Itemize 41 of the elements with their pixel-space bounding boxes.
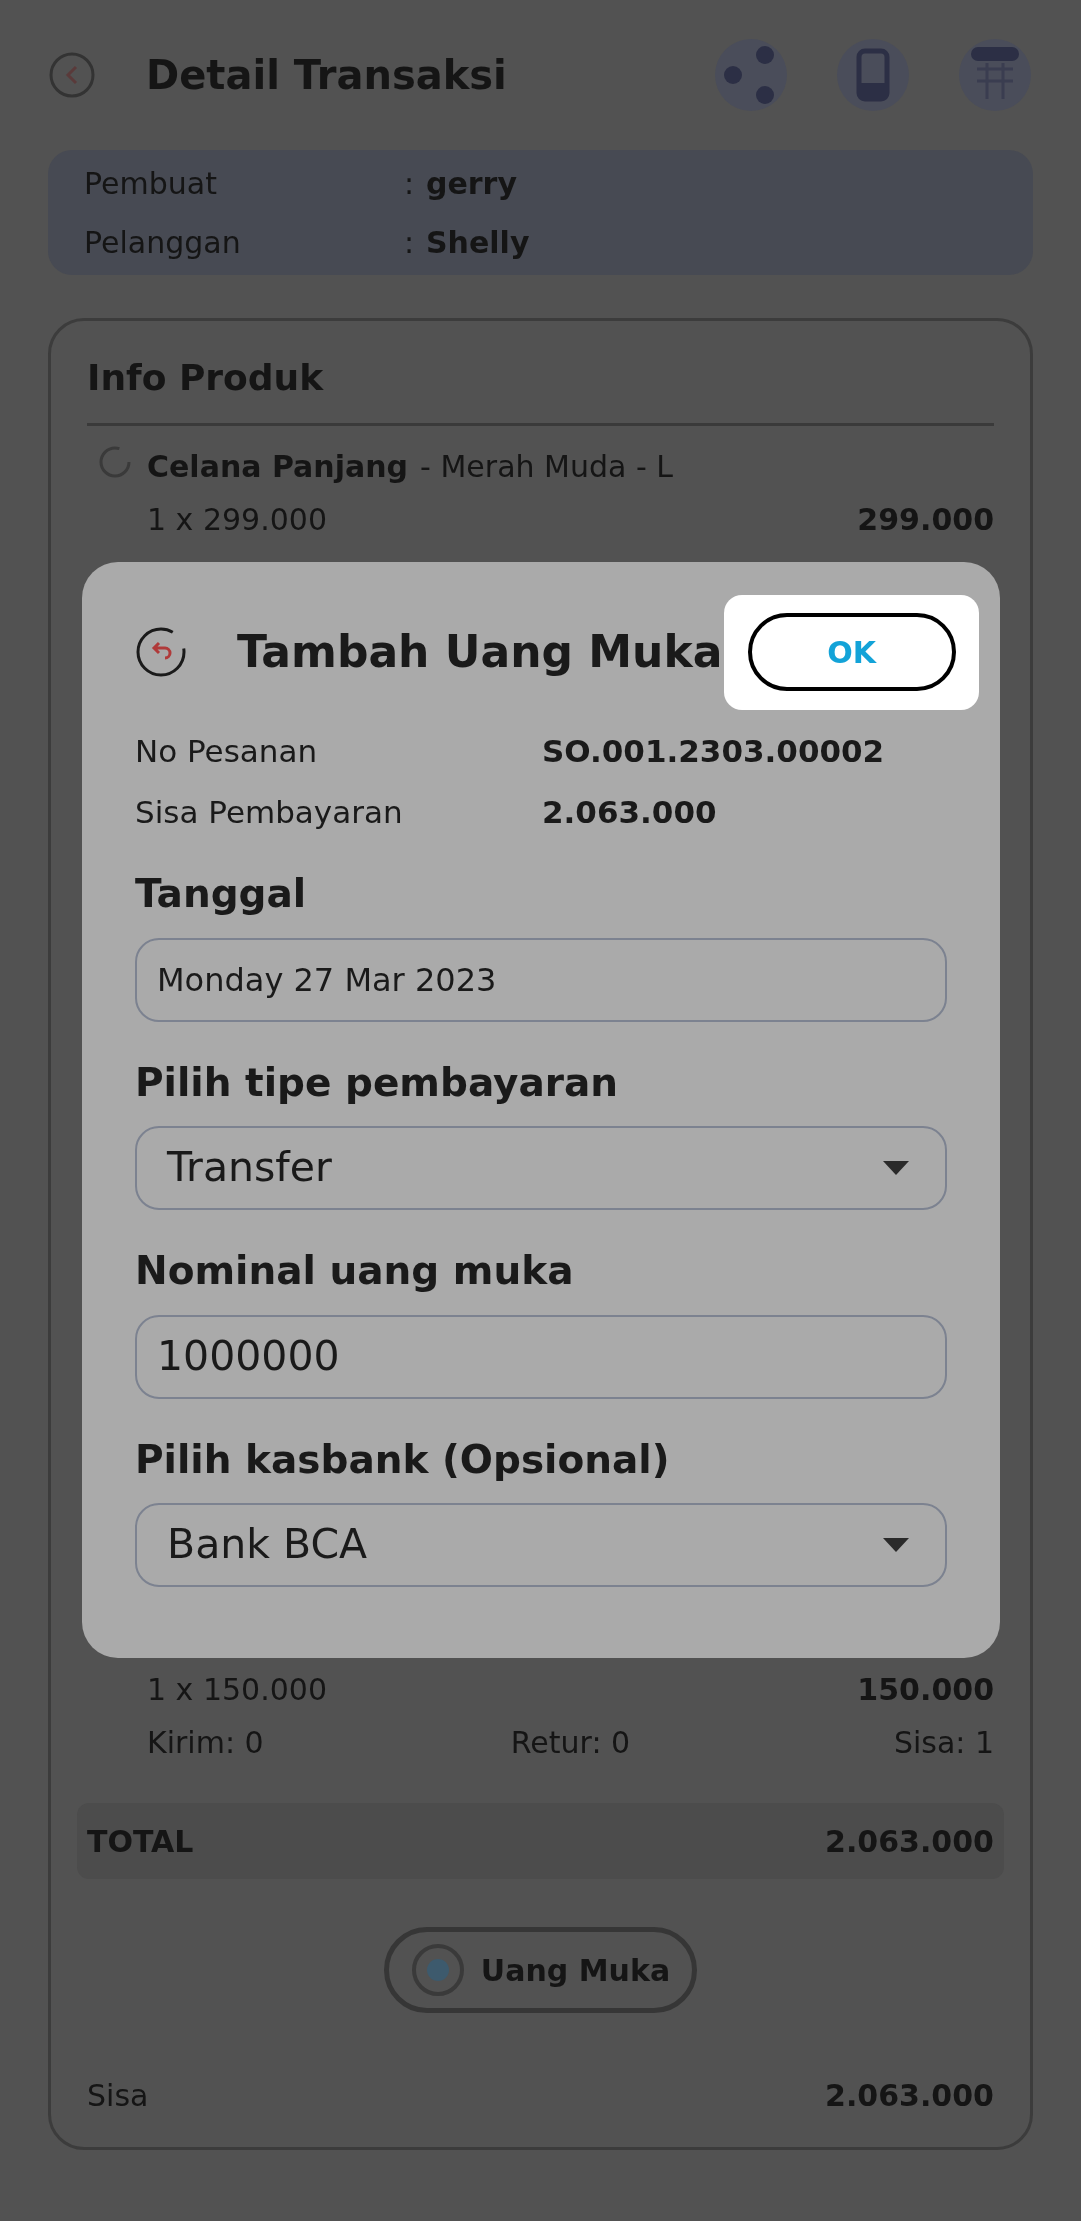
- dialog-title: Tambah Uang Muka: [237, 625, 723, 679]
- product-name: Celana Panjang: [147, 448, 409, 486]
- remaining-count: Sisa: 1: [892, 1724, 994, 1762]
- product-amount: 299.000: [857, 501, 994, 539]
- date-field[interactable]: Monday 27 Mar 2023: [135, 937, 947, 1022]
- summary-value: SO.001.2303.00002: [542, 732, 885, 771]
- summary-label: No Pesanan: [135, 732, 319, 771]
- summary-value: 2.063.000: [542, 792, 717, 832]
- product-quantity-price: 1 x 299.000: [147, 501, 327, 539]
- calendar-icon[interactable]: [957, 37, 1033, 113]
- dropdown-field[interactable]: Transfer: [135, 1126, 947, 1210]
- separator: :: [404, 223, 416, 262]
- field-value: Shelly: [426, 223, 530, 262]
- card-title: Info Produk: [87, 356, 324, 400]
- plus-circle-icon: [410, 1943, 465, 1997]
- field-label: Pembuat: [84, 164, 218, 203]
- page-title: Detail Transaksi: [146, 51, 507, 100]
- summary-label: Sisa Pembayaran: [135, 792, 404, 832]
- total-value: 2.063.000: [825, 1822, 994, 1861]
- field-label: Pilih kasbank (Opsional): [135, 1435, 670, 1484]
- product-amount: 150.000: [857, 1671, 994, 1709]
- field-label: Tanggal: [135, 870, 307, 918]
- remaining-label: Sisa: [87, 2077, 149, 2115]
- product-variant: - Merah Muda - L: [420, 448, 673, 486]
- return-count: Retur: 0: [509, 1724, 632, 1762]
- caret-icon: [883, 1538, 909, 1552]
- back-icon[interactable]: [135, 626, 187, 678]
- field-label: Nominal uang muka: [135, 1247, 574, 1295]
- product-quantity-price: 1 x 150.000: [147, 1671, 327, 1709]
- share-icon[interactable]: [713, 37, 789, 113]
- separator: :: [404, 164, 416, 203]
- sent-count: Kirim: 0: [147, 1724, 265, 1762]
- field-label: Pilih tipe pembayaran: [135, 1058, 619, 1107]
- dropdown-field[interactable]: Bank BCA: [135, 1503, 947, 1587]
- field-value: gerry: [426, 164, 517, 203]
- input-field[interactable]: 1000000: [135, 1314, 947, 1399]
- field-label: Pelanggan: [84, 223, 242, 262]
- refresh-icon: [97, 444, 133, 480]
- total-label: TOTAL: [87, 1822, 194, 1861]
- caret-icon: [883, 1161, 909, 1175]
- remaining-value: 2.063.000: [825, 2077, 994, 2115]
